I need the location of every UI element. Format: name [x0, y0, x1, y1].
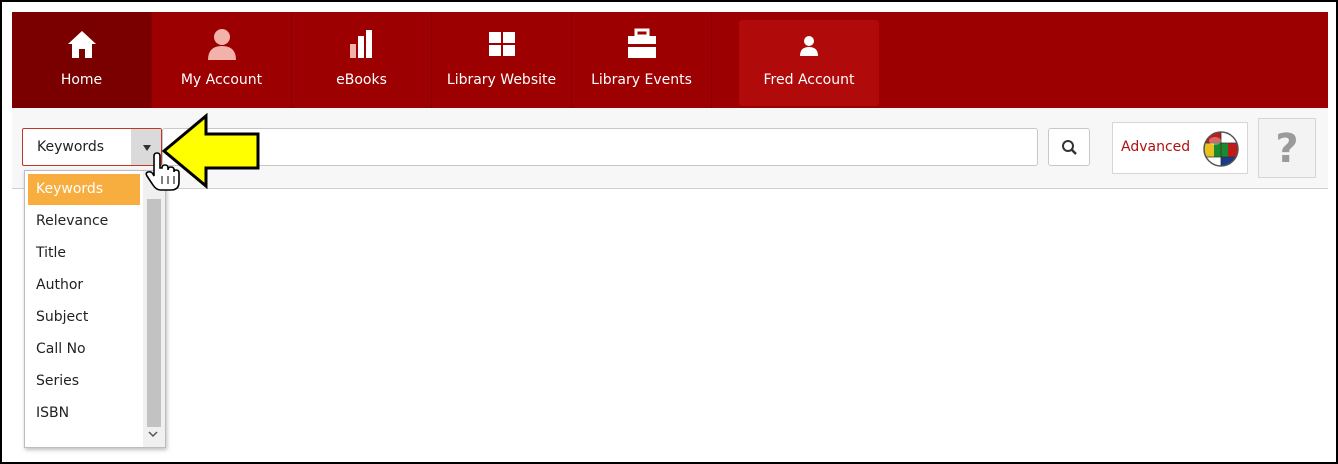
dropdown-option-subject[interactable]: Subject — [28, 302, 140, 333]
grid-icon — [489, 32, 515, 56]
search-scope-value: Keywords — [37, 139, 105, 155]
dropdown-option-series[interactable]: Series — [28, 366, 140, 397]
dropdown-option-keywords[interactable]: Keywords — [28, 174, 140, 205]
dropdown-option-author[interactable]: Author — [28, 270, 140, 301]
user-small-icon — [800, 36, 818, 56]
nav-ebooks[interactable]: eBooks — [292, 12, 432, 108]
hand-cursor-icon — [145, 152, 180, 191]
dropdown-option-title[interactable]: Title — [28, 238, 140, 269]
nav-library-website[interactable]: Library Website — [432, 12, 572, 108]
chevron-down-icon[interactable] — [148, 429, 158, 439]
search-scope-select[interactable]: Keywords — [22, 128, 162, 166]
dropdown-option-isbn[interactable]: ISBN — [28, 398, 140, 429]
search-icon — [1062, 140, 1077, 155]
nav-home[interactable]: Home — [12, 12, 152, 108]
bar-chart-icon — [350, 30, 372, 58]
advanced-search-link[interactable]: Advanced — [1121, 139, 1190, 155]
user-icon — [208, 29, 236, 60]
nav-my-account-label: My Account — [180, 72, 263, 88]
home-icon — [68, 31, 96, 58]
nav-library-events[interactable]: Library Events — [572, 12, 712, 108]
dropdown-option-relevance[interactable]: Relevance — [28, 206, 140, 237]
caret-down-icon — [143, 145, 151, 151]
dropdown-scrollbar[interactable] — [143, 171, 165, 447]
top-navigation: Home My Account eBooks Library Website L… — [12, 12, 1328, 108]
dropdown-scrollbar-thumb[interactable] — [147, 199, 161, 427]
nav-ebooks-label: eBooks — [336, 72, 387, 88]
search-input[interactable] — [162, 128, 1038, 166]
nav-library-website-label: Library Website — [446, 72, 557, 88]
nav-fred-account-label: Fred Account — [763, 72, 855, 88]
briefcase-icon — [628, 28, 656, 58]
help-button[interactable]: ? — [1258, 118, 1316, 178]
nav-library-events-label: Library Events — [591, 72, 692, 88]
language-globe-icon[interactable] — [1201, 129, 1241, 169]
nav-home-label: Home — [60, 72, 103, 88]
dropdown-option-call-no[interactable]: Call No — [28, 334, 140, 365]
nav-my-account[interactable]: My Account — [152, 12, 292, 108]
search-button[interactable] — [1048, 128, 1090, 166]
nav-fred-account[interactable]: Fred Account — [739, 20, 879, 106]
advanced-search[interactable]: Advanced — [1112, 122, 1248, 174]
search-scope-dropdown: Keywords Relevance Title Author Subject … — [24, 170, 166, 448]
page-frame: Home My Account eBooks Library Website L… — [0, 0, 1338, 464]
